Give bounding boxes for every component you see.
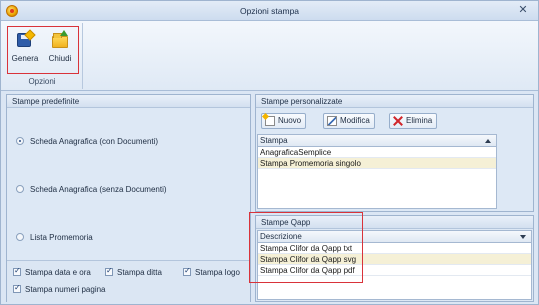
sort-ascending-icon (485, 139, 491, 143)
checkbox-checked-icon (13, 283, 21, 293)
edit-icon (327, 116, 337, 126)
checkbox-checked-icon (183, 266, 191, 276)
custom-prints-header: Stampe personalizzate (256, 95, 533, 108)
ribbon: Genera Chiudi Opzioni (1, 21, 538, 91)
delete-icon (393, 116, 403, 126)
predefined-prints-header: Stampe predefinite (7, 95, 250, 108)
checkbox-checked-icon (13, 266, 21, 276)
title-bar: Opzioni stampa ✕ (1, 1, 538, 21)
modifica-label: Modifica (340, 116, 370, 125)
radio-scheda-senza-documenti[interactable]: Scheda Anagrafica (senza Documenti) (16, 185, 167, 194)
generate-icon (16, 29, 36, 49)
checkbox-stampa-numeri-pagina[interactable]: Stampa numeri pagina (13, 283, 106, 294)
custom-prints-panel: Stampe personalizzate Nuovo Modifica Eli… (255, 94, 534, 212)
highlight-box-qapp (249, 212, 363, 283)
genera-button[interactable]: Genera (9, 29, 41, 69)
radio-selected-icon (16, 137, 24, 145)
checkbox-stampa-data-ora[interactable]: Stampa data e ora (13, 266, 91, 277)
radio-label: Scheda Anagrafica (senza Documenti) (30, 185, 167, 194)
radio-scheda-con-documenti[interactable]: Scheda Anagrafica (con Documenti) (16, 137, 158, 146)
radio-unselected-icon (16, 233, 24, 241)
window-title: Opzioni stampa (239, 6, 300, 16)
predefined-prints-panel: Stampe predefinite Scheda Anagrafica (co… (6, 94, 251, 302)
new-document-icon (265, 116, 275, 126)
column-header-label: Stampa (260, 136, 288, 145)
chiudi-button[interactable]: Chiudi (44, 29, 76, 69)
radio-label: Scheda Anagrafica (con Documenti) (30, 137, 159, 146)
checkbox-label: Stampa numeri pagina (25, 285, 106, 294)
checkbox-stampa-logo[interactable]: Stampa logo (183, 266, 240, 277)
column-header-stampa[interactable]: Stampa (258, 135, 496, 147)
ribbon-group-label: Opzioni (28, 77, 56, 86)
table-row[interactable]: Stampa Promemoria singolo (258, 158, 496, 169)
close-folder-icon (51, 30, 69, 49)
genera-label: Genera (11, 54, 39, 63)
nuovo-label: Nuovo (278, 116, 302, 125)
print-options-checkboxes: Stampa data e ora Stampa ditta Stampa lo… (7, 260, 250, 302)
elimina-label: Elimina (406, 116, 433, 125)
options-dialog: Opzioni stampa ✕ Genera Chiudi Opzioni S… (0, 0, 539, 305)
custom-prints-grid: Stampa AnagraficaSemplice Stampa Promemo… (257, 134, 497, 209)
checkbox-label: Stampa data e ora (25, 268, 91, 277)
sort-descending-icon (520, 235, 526, 239)
nuovo-button[interactable]: Nuovo (261, 113, 307, 129)
table-row[interactable]: AnagraficaSemplice (258, 147, 496, 158)
close-window-button[interactable]: ✕ (516, 4, 530, 17)
checkbox-stampa-ditta[interactable]: Stampa ditta (105, 266, 162, 277)
checkbox-checked-icon (105, 266, 113, 276)
radio-label: Lista Promemoria (30, 233, 93, 242)
radio-unselected-icon (16, 185, 24, 193)
checkbox-label: Stampa logo (195, 268, 240, 277)
chiudi-label: Chiudi (48, 54, 72, 63)
modifica-button[interactable]: Modifica (323, 113, 375, 129)
ribbon-group-options: Genera Chiudi Opzioni (3, 23, 83, 89)
radio-lista-promemoria[interactable]: Lista Promemoria (16, 233, 93, 242)
elimina-button[interactable]: Elimina (389, 113, 438, 129)
checkbox-label: Stampa ditta (117, 268, 162, 277)
